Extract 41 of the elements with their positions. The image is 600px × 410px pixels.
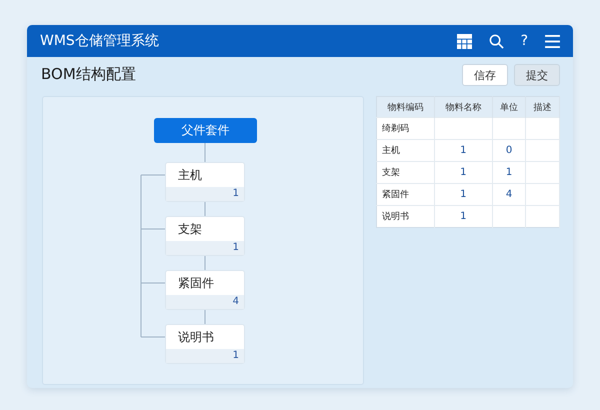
table-cell: 紧固件 — [382, 190, 409, 200]
menu-icon[interactable] — [545, 34, 560, 48]
table-cell: 4 — [506, 189, 512, 200]
connector-line — [204, 142, 206, 162]
node-quantity: 1 — [166, 187, 244, 201]
tree-node[interactable]: 主机 1 — [165, 162, 245, 202]
table-cell: 0 — [506, 145, 512, 156]
table-cell: 主机 — [382, 146, 400, 156]
column-header: 物料名称 — [434, 96, 492, 118]
submit-button[interactable]: 提交 — [514, 64, 560, 86]
table-cell: 绮剃码 — [382, 124, 409, 134]
help-button[interactable]: ? — [520, 34, 528, 48]
grid-icon[interactable] — [456, 34, 472, 48]
root-node[interactable]: 父件套件 — [154, 118, 257, 143]
window-title: WMS仓储管理系统 — [40, 32, 159, 50]
table-cell: 1 — [460, 189, 466, 200]
tree-node[interactable]: 紧固件 4 — [165, 270, 245, 310]
save-button[interactable]: 信存 — [462, 64, 508, 86]
node-quantity: 1 — [166, 349, 244, 363]
connector-line — [204, 202, 206, 216]
column-header: 描述 — [526, 96, 560, 118]
connector-line — [204, 310, 206, 324]
node-name: 支架 — [177, 221, 203, 238]
node-name: 主机 — [177, 167, 203, 184]
table-cell: 1 — [460, 145, 466, 156]
column-header: 单位 — [492, 96, 526, 118]
page-title: BOM结构配置 — [41, 65, 136, 84]
table-cell: 支架 — [382, 168, 400, 178]
connector-line — [204, 256, 206, 270]
node-quantity: 4 — [166, 295, 244, 309]
node-name: 说明书 — [177, 329, 215, 346]
search-icon[interactable] — [488, 34, 504, 48]
table-cell: 1 — [506, 167, 512, 178]
table-cell: 1 — [460, 167, 466, 178]
node-quantity: 1 — [166, 241, 244, 255]
table-cell: 1 — [460, 211, 466, 222]
tree-node[interactable]: 说明书 1 — [165, 324, 245, 364]
table-cell: 说明书 — [382, 212, 409, 222]
column-header: 物料编码 — [376, 96, 434, 118]
node-name: 紧固件 — [177, 275, 215, 292]
tree-node[interactable]: 支架 1 — [165, 216, 245, 256]
